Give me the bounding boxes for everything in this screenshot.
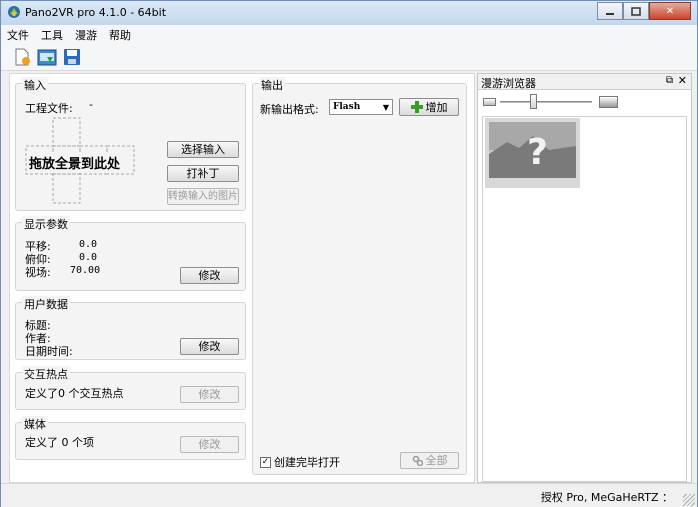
resize-grip-icon[interactable] (683, 494, 695, 506)
checkbox-checked-icon: ✓ (260, 456, 271, 468)
drop-zone-text: 拖放全景到此处 (29, 153, 121, 172)
title-bar[interactable]: Pano2VR pro 4.1.0 - 64bit ✕ (1, 1, 697, 25)
panel-close-icon[interactable]: ✕ (678, 74, 687, 87)
build-all-label: 全部 (425, 454, 448, 467)
user-data-title: 用户数据 (22, 296, 70, 312)
zoom-in-icon[interactable] (599, 96, 618, 108)
main-panel: 输入 工程文件: - 拖放全景到此处 选择输入 打补丁 转换输入的图片 显示参数… (9, 73, 475, 483)
output-group: 输出 新输出格式: Flash ▼ 增加 ✓ 创建完毕打开 全部 (252, 77, 467, 475)
media-modify-button[interactable]: 修改 (180, 436, 239, 453)
hotspots-group: 交互热点 定义了0 个交互热点 修改 (15, 366, 246, 410)
app-window: Pano2VR pro 4.1.0 - 64bit ✕ 文件 工具 漫游 帮助 (0, 0, 698, 507)
media-title: 媒体 (22, 416, 48, 432)
gears-icon (412, 455, 423, 466)
output-format-value: Flash (333, 102, 361, 112)
media-count-text: 定义了 0 个项 (25, 436, 94, 449)
tour-browser-header: 漫游浏览器 ⧉ ✕ (478, 74, 691, 90)
toolbar (1, 43, 697, 71)
thumbnail-size-slider[interactable] (500, 94, 592, 109)
browser-list-area: ? (482, 116, 687, 482)
user-data-group: 用户数据 标题: 作者: 日期时间: 修改 (15, 296, 246, 360)
open-when-done-label: 创建完毕打开 (274, 456, 340, 469)
save-icon[interactable] (61, 46, 83, 68)
build-all-button[interactable]: 全部 (400, 452, 459, 469)
tour-browser-panel: 漫游浏览器 ⧉ ✕ ? (477, 73, 692, 483)
window-controls: ✕ (597, 2, 691, 20)
tilt-value: 0.0 (79, 252, 98, 263)
input-group-title: 输入 (22, 77, 48, 93)
close-icon[interactable]: ✕ (649, 2, 691, 20)
window-title: Pano2VR pro 4.1.0 - 64bit (25, 6, 167, 19)
menu-help[interactable]: 帮助 (103, 25, 137, 43)
zoom-out-icon[interactable] (483, 98, 496, 106)
project-file-label: 工程文件: (25, 102, 73, 115)
select-input-button[interactable]: 选择输入 (167, 141, 239, 158)
userdata-modify-button[interactable]: 修改 (180, 338, 239, 355)
panorama-thumbnail[interactable]: ? (485, 118, 580, 188)
output-title: 输出 (259, 77, 285, 93)
unknown-panorama-icon: ? (489, 122, 576, 178)
add-output-button[interactable]: 增加 (399, 98, 459, 116)
media-group: 媒体 定义了 0 个项 修改 (15, 416, 246, 460)
panorama-drop-zone[interactable]: 拖放全景到此处 (25, 117, 137, 205)
fov-label: 视场: (25, 266, 51, 279)
menu-tour[interactable]: 漫游 (69, 25, 103, 43)
license-text: 授权 Pro, MeGaHeRTZ ： (540, 491, 673, 504)
chevron-down-icon: ▼ (382, 102, 389, 112)
menu-file[interactable]: 文件 (1, 25, 35, 43)
input-group: 输入 工程文件: - 拖放全景到此处 选择输入 打补丁 转换输入的图片 (15, 77, 246, 211)
new-project-icon[interactable] (11, 46, 33, 68)
open-when-done-checkbox[interactable]: ✓ 创建完毕打开 (260, 454, 340, 470)
display-modify-button[interactable]: 修改 (180, 267, 239, 284)
app-logo-icon (8, 6, 20, 18)
open-project-icon[interactable] (36, 46, 58, 68)
status-bar: 授权 Pro, MeGaHeRTZ ： (1, 483, 697, 507)
slider-handle[interactable] (530, 94, 537, 109)
project-file-value: - (89, 98, 93, 111)
svg-text:?: ? (527, 132, 548, 173)
fov-value: 70.00 (70, 265, 101, 276)
hotspots-title: 交互热点 (22, 366, 70, 382)
convert-input-button[interactable]: 转换输入的图片 (167, 188, 239, 205)
display-params-group: 显示参数 平移: 0.0 俯仰: 0.0 视场: 70.00 修改 (15, 216, 246, 291)
menu-bar: 文件 工具 漫游 帮助 (1, 25, 697, 43)
output-format-select[interactable]: Flash ▼ (329, 99, 393, 115)
add-output-label: 增加 (425, 100, 448, 114)
pan-value: 0.0 (79, 239, 98, 250)
minimize-icon[interactable] (597, 2, 623, 20)
maximize-icon[interactable] (623, 2, 649, 20)
hotspots-count-text: 定义了0 个交互热点 (25, 387, 124, 400)
add-icon (410, 101, 423, 113)
datetime-label: 日期时间: (25, 345, 73, 358)
hotspots-modify-button[interactable]: 修改 (180, 386, 239, 403)
new-format-label: 新输出格式: (260, 103, 319, 116)
tour-browser-title: 漫游浏览器 (481, 77, 536, 90)
display-params-title: 显示参数 (22, 216, 70, 232)
patch-button[interactable]: 打补丁 (167, 165, 239, 182)
undock-icon[interactable]: ⧉ (666, 75, 673, 86)
menu-tools[interactable]: 工具 (35, 25, 69, 43)
